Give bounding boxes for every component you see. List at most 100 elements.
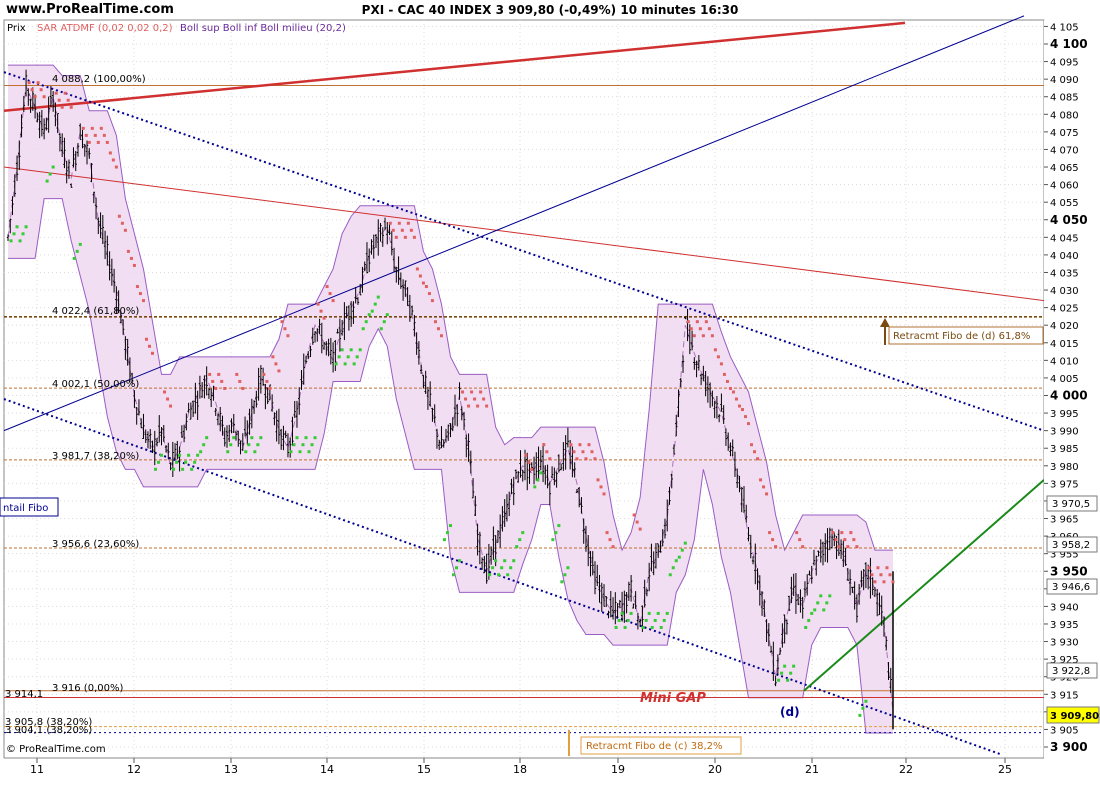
y-tick-label: 4 000 — [1050, 389, 1088, 403]
price-chart[interactable]: 4 105 4 100 4 095 4 090 4 085 4 080 4 075 4 070… — [0, 0, 1100, 800]
sar-dot-up — [668, 573, 672, 577]
sar-dot-up — [205, 436, 209, 440]
fib-label-100: 4 088,2 (100,00%) — [52, 74, 146, 85]
sar-dot-up — [452, 573, 456, 577]
sar-dot-down — [584, 457, 588, 461]
sar-dot-down — [632, 513, 636, 517]
sar-dot-up — [560, 580, 564, 584]
sar-dot-up — [244, 450, 248, 454]
sar-dot-down — [635, 520, 639, 524]
x-tick-label: 19 — [611, 763, 625, 776]
sar-dot-down — [409, 228, 413, 232]
sar-dot-down — [126, 249, 130, 253]
y-tick-label: 3 975 — [1050, 479, 1079, 490]
sar-dot-up — [662, 618, 666, 622]
sar-dot-down — [123, 228, 127, 232]
y-tick-label: 4 035 — [1050, 268, 1079, 279]
sar-dot-down — [713, 348, 717, 352]
sar-dot-up — [154, 467, 157, 471]
sar-dot-down — [418, 274, 422, 278]
x-tick-label: 18 — [513, 763, 527, 776]
y-tick-label: 3 965 — [1050, 515, 1079, 526]
sar-dot-up — [349, 348, 353, 352]
sar-dot-up — [813, 608, 817, 612]
sar-dot-down — [36, 81, 40, 85]
sar-dot-down — [855, 545, 859, 549]
sar-dot-up — [442, 538, 446, 542]
sar-dot-down — [262, 372, 266, 376]
sar-dot-up — [825, 601, 829, 605]
sar-dot-down — [235, 372, 239, 376]
y-tick-label: 3 990 — [1050, 427, 1079, 438]
sar-dot-down — [737, 404, 741, 408]
sar-dot-down — [388, 221, 392, 225]
sar-dot-up — [822, 608, 826, 612]
sar-dot-up — [488, 573, 492, 577]
sar-dot-up — [497, 573, 501, 577]
x-tick-label: 14 — [320, 763, 334, 776]
sar-dot-down — [150, 351, 154, 355]
sar-dot-up — [307, 450, 311, 454]
sar-dot-up — [160, 453, 164, 457]
sar-dot-down — [689, 327, 693, 331]
sar-dot-down — [707, 327, 711, 331]
sar-dot-up — [301, 443, 305, 447]
y-tick-label: 4 030 — [1050, 286, 1079, 297]
sar-dot-down — [524, 453, 528, 457]
sar-dot-down — [328, 292, 332, 296]
sar-dot-up — [229, 443, 233, 447]
sar-dot-down — [479, 390, 483, 394]
sar-dot-down — [331, 299, 335, 303]
sar-dot-up — [810, 611, 814, 615]
sar-dot-up — [458, 559, 462, 563]
sar-dot-down — [837, 545, 841, 549]
legend-sar: SAR ATDMF (0,02 0,02 0,2) — [37, 23, 173, 34]
y-tick-label: 3 950 — [1050, 564, 1088, 578]
sar-dot-down — [882, 580, 886, 584]
sar-dot-down — [223, 386, 227, 390]
sar-dot-down — [599, 485, 603, 489]
sar-dot-down — [885, 566, 889, 570]
sar-dot-up — [21, 232, 25, 236]
y-tick-label: 4 010 — [1050, 356, 1079, 367]
sar-dot-up — [786, 678, 790, 682]
sar-dot-down — [867, 566, 871, 570]
sar-dot-up — [175, 460, 179, 464]
sar-dot-up — [554, 531, 558, 535]
y-tick-label: 3 985 — [1050, 444, 1079, 455]
sar-dot-up — [226, 450, 230, 454]
sar-dot-down — [421, 281, 425, 285]
sar-dot-down — [719, 362, 723, 366]
sar-dot-down — [108, 151, 112, 155]
sar-dot-up — [340, 348, 344, 352]
sar-dot-down — [831, 531, 835, 535]
sar-dot-down — [397, 221, 401, 225]
sar-dot-down — [753, 450, 757, 454]
sar-dot-down — [211, 379, 215, 383]
highlight-a-text: 3 970,5 — [1052, 499, 1090, 510]
sar-dot-up — [647, 611, 651, 615]
sar-dot-up — [819, 594, 823, 598]
sar-dot-down — [879, 573, 883, 577]
sar-dot-down — [105, 140, 109, 144]
wave-d-label: (d) — [780, 705, 800, 719]
sar-dot-down — [433, 320, 437, 324]
sar-dot-up — [515, 545, 519, 549]
sar-dot-down — [114, 165, 118, 169]
sar-dot-down — [747, 422, 751, 426]
sar-dot-up — [521, 531, 525, 535]
y-tick-label: 3 900 — [1050, 740, 1088, 754]
sar-dot-down — [69, 105, 73, 109]
sar-dot-up — [184, 460, 188, 464]
sar-dot-down — [843, 538, 847, 542]
sar-dot-up — [337, 355, 341, 359]
sar-dot-up — [629, 611, 633, 615]
sar-dot-up — [172, 467, 176, 471]
sar-dot-up — [659, 625, 663, 629]
sar-dot-up — [617, 618, 621, 622]
sar-dot-down — [870, 573, 874, 577]
y-tick-label: 4 100 — [1050, 37, 1088, 51]
y-tick-label: 4 050 — [1050, 213, 1088, 227]
sar-dot-down — [57, 98, 61, 102]
sar-dot-up — [656, 611, 660, 615]
